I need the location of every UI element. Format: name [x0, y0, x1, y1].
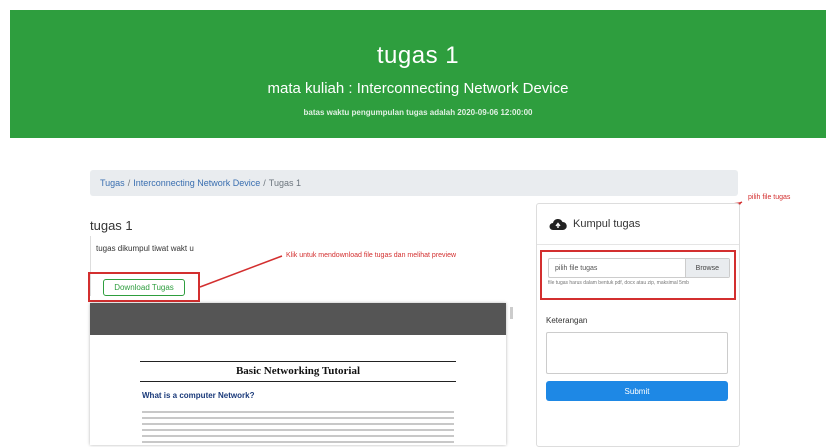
file-placeholder: pilih file tugas	[555, 264, 598, 272]
doc-bottom-rule	[140, 381, 456, 382]
upload-annotation: pilih file tugas	[748, 194, 791, 201]
keterangan-textarea[interactable]	[546, 332, 728, 374]
submit-card: Kumpul tugas	[536, 203, 740, 447]
doc-text-line	[142, 435, 454, 437]
doc-text-line	[142, 429, 454, 431]
cloud-upload-icon	[549, 218, 567, 230]
file-input[interactable]: pilih file tugas Browse	[548, 258, 730, 278]
document-preview[interactable]: Basic Networking Tutorial What is a comp…	[90, 303, 506, 445]
doc-text-line	[142, 423, 454, 425]
doc-title: Basic Networking Tutorial	[235, 365, 361, 377]
upload-highlight: pilih file tugas Browse file tugas harus…	[540, 250, 736, 300]
doc-heading: What is a computer Network?	[142, 391, 255, 400]
keterangan-label: Keterangan	[546, 316, 588, 325]
doc-text-line	[142, 417, 454, 419]
preview-toolbar	[90, 303, 506, 335]
preview-page: Basic Networking Tutorial What is a comp…	[94, 339, 502, 445]
card-header: Kumpul tugas	[537, 204, 739, 245]
submit-button[interactable]: Submit	[546, 381, 728, 401]
browse-button[interactable]: Browse	[684, 259, 729, 277]
doc-text-line	[142, 441, 454, 443]
download-annotation: Klik untuk mendownload file tugas dan me…	[286, 252, 457, 259]
download-arrow-line	[199, 255, 283, 288]
card-title: Kumpul tugas	[573, 218, 641, 230]
doc-text-line	[142, 411, 454, 413]
preview-scrollbar[interactable]	[510, 307, 513, 319]
upload-help-text: file tugas harus dalam bentuk pdf, docx …	[548, 280, 689, 286]
doc-top-rule	[140, 361, 456, 362]
